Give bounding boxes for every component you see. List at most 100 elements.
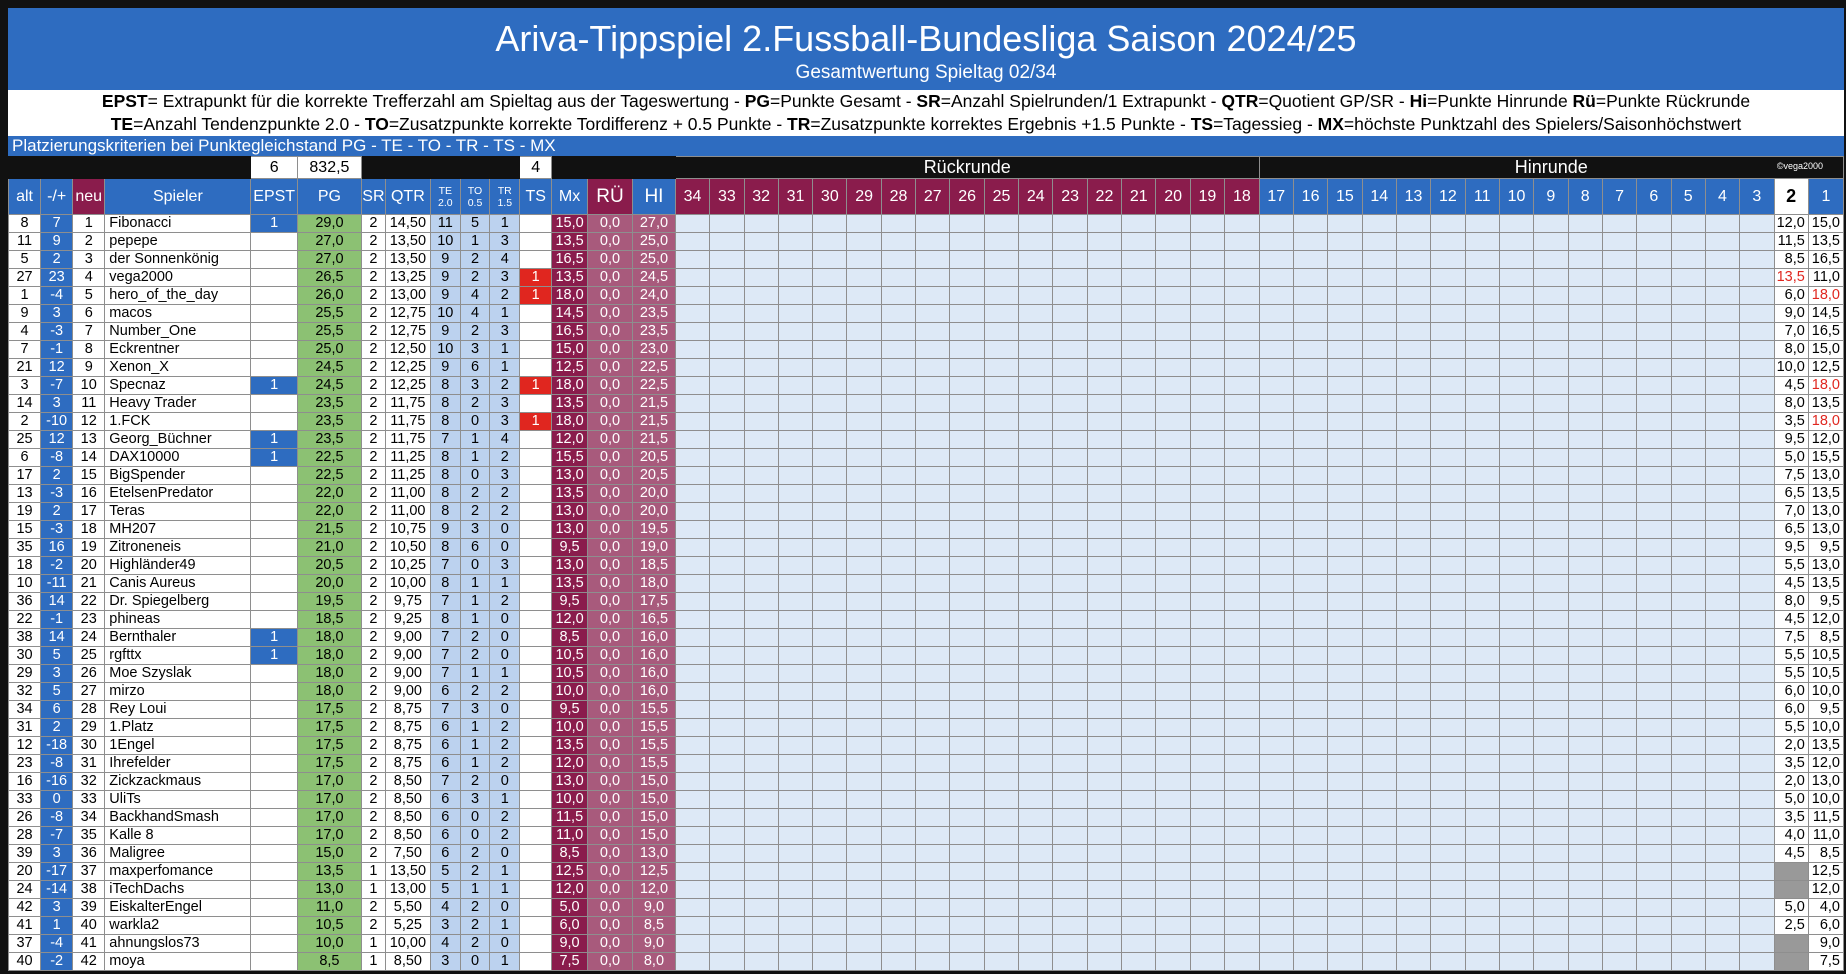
cell-te: 8: [429, 448, 461, 467]
cell-round-empty: [846, 628, 882, 647]
cell-round-empty: [1636, 520, 1672, 539]
cell-ru: 0,0: [586, 844, 634, 863]
cell-alt: 5: [7, 250, 42, 269]
cell-round-empty: [880, 376, 917, 395]
cell-ru: 0,0: [586, 574, 634, 593]
cell-neu: 28: [72, 700, 106, 719]
cell-pg: 18,0: [296, 664, 363, 683]
cell-round-empty: [1395, 592, 1432, 611]
cell-round-empty: [1498, 376, 1535, 395]
cell-ru: 0,0: [586, 700, 634, 719]
cell-round-empty: [1052, 340, 1088, 359]
cell-round-empty: [1498, 340, 1535, 359]
cell-round-empty: [1361, 502, 1397, 521]
cell-round-empty: [983, 340, 1020, 359]
cell-round-empty: [1052, 718, 1088, 737]
cell-diff: 3: [40, 304, 74, 323]
cell-round-1: 13,5: [1807, 232, 1845, 251]
cell-tr: 0: [489, 646, 521, 665]
cell-diff: -2: [40, 952, 74, 971]
cell-pg: 23,5: [296, 430, 363, 449]
cell-round-2: 6,5: [1773, 520, 1809, 539]
cell-round-empty: [1739, 286, 1775, 305]
cell-round-empty: [1739, 664, 1775, 683]
cell-pg: 8,5: [296, 952, 363, 971]
cell-round-empty: [1258, 412, 1294, 431]
cell-round-empty: [1704, 916, 1741, 935]
cell-round-empty: [1670, 718, 1706, 737]
legend-desc: =höchste Punktzahl des Spielers/Saisonhö…: [1343, 114, 1742, 134]
cell-round-empty: [1052, 322, 1088, 341]
cell-hi: 23,5: [632, 322, 676, 341]
cell-round-empty: [880, 628, 917, 647]
cell-round-empty: [743, 826, 779, 845]
cell-qtr: 8,75: [384, 718, 431, 737]
cell-round-2: 4,5: [1773, 376, 1809, 395]
cell-diff: 0: [40, 790, 74, 809]
cell-round-empty: [1636, 394, 1672, 413]
cell-ts: [519, 646, 553, 665]
cell-round-empty: [1395, 322, 1432, 341]
cell-round-empty: [1224, 898, 1260, 917]
cell-round-1: 13,0: [1807, 772, 1845, 791]
cell-spieler: mirzo: [104, 682, 252, 701]
cell-round-empty: [1636, 916, 1672, 935]
cell-round-empty: [983, 502, 1020, 521]
cell-te: 10: [429, 340, 461, 359]
cell-epst: [250, 736, 298, 755]
cell-sr: 2: [361, 448, 386, 467]
cell-round-empty: [1704, 700, 1741, 719]
cell-round-empty: [1498, 304, 1535, 323]
cell-neu: 11: [72, 394, 106, 413]
cell-round-empty: [1189, 304, 1226, 323]
cell-round-empty: [846, 340, 882, 359]
cell-round-empty: [983, 646, 1020, 665]
cell-round-empty: [1361, 898, 1397, 917]
cell-diff: 1: [40, 916, 74, 935]
cell-round-empty: [1327, 250, 1363, 269]
cell-round-empty: [1292, 826, 1329, 845]
cell-round-empty: [1361, 772, 1397, 791]
cell-round-empty: [983, 700, 1020, 719]
cell-pg: 20,5: [296, 556, 363, 575]
cell-round-empty: [915, 790, 951, 809]
cell-round-empty: [1224, 394, 1260, 413]
cell-sr: 2: [361, 592, 386, 611]
cell-round-empty: [1258, 322, 1294, 341]
cell-round-empty: [1189, 358, 1226, 377]
cell-round-1: 18,0: [1807, 376, 1845, 395]
cell-ts: [519, 700, 553, 719]
cell-round-empty: [1189, 718, 1226, 737]
cell-round-empty: [915, 448, 951, 467]
cell-mx: 10,0: [551, 718, 588, 737]
cell-diff: 23: [40, 268, 74, 287]
cell-round-empty: [1189, 592, 1226, 611]
cell-round-empty: [674, 682, 711, 701]
cell-tr: 2: [489, 286, 521, 305]
cell-round-empty: [1704, 358, 1741, 377]
cell-round-empty: [1704, 826, 1741, 845]
cell-te: 6: [429, 790, 461, 809]
cell-te: 6: [429, 754, 461, 773]
cell-ru: 0,0: [586, 286, 634, 305]
cell-round-empty: [1601, 376, 1638, 395]
cell-round-2: 5,0: [1773, 898, 1809, 917]
cell-round-empty: [1636, 430, 1672, 449]
legend-desc: = Extrapunkt für die korrekte Trefferzah…: [147, 91, 745, 111]
cell-round-empty: [1636, 538, 1672, 557]
cell-round-empty: [1464, 574, 1500, 593]
cell-round-1: 9,5: [1807, 700, 1845, 719]
cell-round-empty: [1155, 340, 1191, 359]
table-row: 35 16 19 Zitroneneis 21,0 2 10,50 8 6 0 9,5 0,0 19,0…: [7, 538, 1845, 557]
cell-te: 3: [429, 952, 461, 971]
cell-neu: 18: [72, 520, 106, 539]
cell-round-empty: [743, 502, 779, 521]
cell-round-empty: [1189, 826, 1226, 845]
cell-round-empty: [983, 520, 1020, 539]
cell-epst: [250, 664, 298, 683]
cell-round-empty: [1052, 844, 1088, 863]
cell-round-empty: [1327, 538, 1363, 557]
cell-te: 6: [429, 844, 461, 863]
cell-te: 7: [429, 664, 461, 683]
cell-round-empty: [812, 664, 848, 683]
